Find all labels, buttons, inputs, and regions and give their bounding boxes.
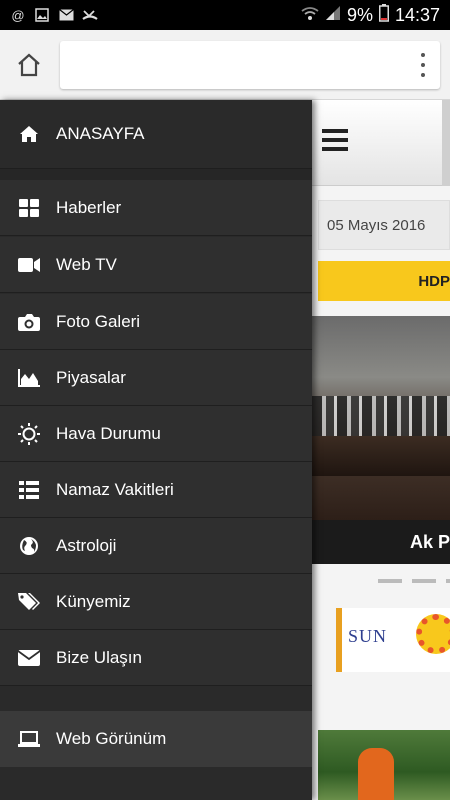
drawer-item-label: Künyemiz xyxy=(56,591,131,611)
sun-logo-icon xyxy=(416,614,450,654)
tags-icon xyxy=(18,591,40,613)
sports-photo[interactable] xyxy=(318,730,450,800)
sun-icon xyxy=(18,422,40,445)
drawer-item-bize-ulasin[interactable]: Bize Ulaşın xyxy=(0,630,312,686)
date-label: 05 Mayıs 2016 xyxy=(318,200,450,250)
missed-call-icon xyxy=(82,7,98,23)
drawer-item-label: Piyasalar xyxy=(56,367,126,387)
slider-indicator xyxy=(378,579,450,583)
drawer-item-label: Bize Ulaşın xyxy=(56,647,142,667)
battery-level: 9% xyxy=(346,4,373,25)
drawer-item-web-gorunum[interactable]: Web Görünüm xyxy=(0,711,312,767)
globe-icon xyxy=(18,535,40,557)
drawer-item-hava-durumu[interactable]: Hava Durumu xyxy=(0,406,312,462)
clock: 14:37 xyxy=(394,4,440,25)
ad-text: SUN xyxy=(348,626,388,646)
drawer-item-label: Foto Galeri xyxy=(56,311,141,331)
web-page-content: 05 Mayıs 2016 HDP Ak P SUN xyxy=(312,100,450,800)
drawer-divider xyxy=(0,168,312,180)
news-ticker[interactable]: HDP xyxy=(318,261,450,301)
url-input[interactable] xyxy=(60,41,440,89)
home-button[interactable] xyxy=(14,50,44,80)
battery-icon xyxy=(378,3,389,27)
drawer-item-label: ANASAYFA xyxy=(56,124,145,143)
drawer-item-web-tv[interactable]: Web TV xyxy=(0,237,312,293)
email-icon xyxy=(58,7,74,23)
drawer-item-label: Web TV xyxy=(56,254,117,274)
advertisement-banner[interactable]: SUN xyxy=(336,608,450,672)
drawer-item-namaz-vakitleri[interactable]: Namaz Vakitleri xyxy=(0,462,312,518)
status-bar: @ 9% 14:37 xyxy=(0,0,450,30)
notification-icons: @ xyxy=(10,7,98,23)
drawer-item-piyasalar[interactable]: Piyasalar xyxy=(0,350,312,406)
list-icon xyxy=(18,479,40,501)
browser-toolbar xyxy=(0,30,450,100)
page-header xyxy=(312,100,450,186)
system-status: 9% 14:37 xyxy=(301,3,440,27)
hamburger-menu-icon[interactable] xyxy=(322,129,348,151)
home-icon xyxy=(18,123,40,145)
headline-photo[interactable] xyxy=(312,316,450,520)
at-sign-icon: @ xyxy=(11,7,25,23)
headline-caption[interactable]: Ak P xyxy=(312,520,450,564)
drawer-item-label: Namaz Vakitleri xyxy=(56,479,174,499)
drawer-item-kunyemiz[interactable]: Künyemiz xyxy=(0,574,312,630)
drawer-spacer xyxy=(0,686,312,710)
laptop-icon xyxy=(18,728,40,750)
drawer-item-label: Web Görünüm xyxy=(56,729,167,748)
overflow-menu-icon[interactable] xyxy=(420,53,426,77)
drawer-item-anasayfa[interactable]: ANASAYFA xyxy=(0,106,312,162)
area-chart-icon xyxy=(18,367,40,389)
drawer-item-foto-galeri[interactable]: Foto Galeri xyxy=(0,294,312,350)
video-camera-icon xyxy=(18,254,40,276)
home-icon xyxy=(18,53,40,77)
grid-icon xyxy=(18,197,40,219)
image-icon xyxy=(34,7,50,23)
camera-icon xyxy=(18,311,40,333)
drawer-item-astroloji[interactable]: Astroloji xyxy=(0,518,312,574)
navigation-drawer: ANASAYFA Haberler Web TV Foto Galeri Piy… xyxy=(0,100,312,800)
envelope-icon xyxy=(18,647,40,669)
drawer-item-label: Astroloji xyxy=(56,535,117,555)
drawer-item-haberler[interactable]: Haberler xyxy=(0,180,312,236)
drawer-item-label: Hava Durumu xyxy=(56,423,161,443)
signal-icon xyxy=(325,5,341,26)
wifi-icon xyxy=(301,5,319,26)
drawer-item-label: Haberler xyxy=(56,197,122,217)
